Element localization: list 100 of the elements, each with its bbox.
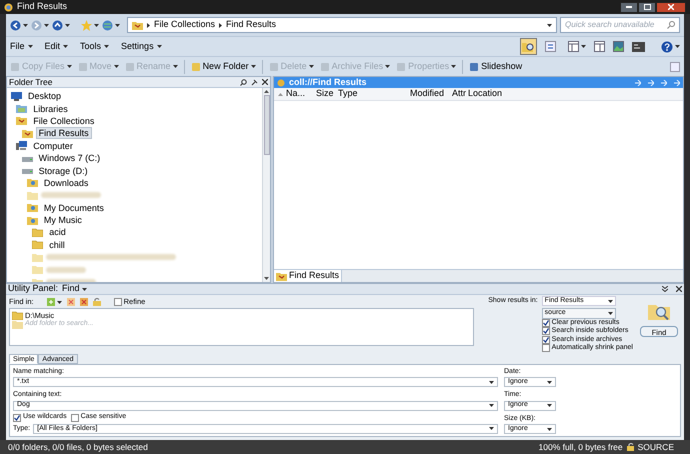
scrollbar[interactable] — [262, 88, 270, 282]
monitor-icon — [11, 92, 22, 101]
menu-item[interactable]: Tools — [80, 40, 110, 54]
panel-title: Utility Panel: — [8, 282, 58, 296]
folder-icon — [32, 228, 44, 237]
archive-icon — [320, 62, 330, 72]
search-icon — [667, 21, 675, 29]
search-placeholder: Quick search unavailable — [565, 19, 656, 31]
library-icon — [16, 104, 28, 114]
up-button[interactable] — [52, 20, 70, 30]
slideshow-icon — [469, 62, 480, 72]
caret-icon — [451, 65, 456, 68]
layout-button[interactable] — [568, 41, 586, 52]
minimize-icon — [626, 6, 632, 8]
favorites-button[interactable] — [81, 20, 99, 30]
caret-icon — [94, 24, 99, 26]
help-button[interactable] — [661, 40, 680, 52]
caret-icon — [385, 65, 390, 68]
caret-icon — [63, 45, 68, 48]
folder-icon — [32, 240, 44, 250]
pane-title: Folder Tree — [9, 76, 54, 88]
caret-icon — [489, 427, 494, 430]
caret-icon — [489, 380, 494, 384]
minimize-button[interactable] — [620, 2, 638, 12]
checkbox[interactable] — [542, 327, 550, 336]
history-button[interactable] — [102, 20, 120, 30]
caret-icon — [675, 45, 680, 48]
caret-icon — [156, 45, 162, 48]
column-header[interactable]: Modified — [410, 87, 452, 101]
caret-icon — [115, 24, 120, 26]
globe-icon — [102, 20, 113, 30]
status-text: SOURCE — [638, 440, 674, 454]
caret-icon — [104, 45, 110, 48]
maximize-button[interactable] — [638, 2, 656, 12]
clear-folders-icon — [80, 298, 88, 306]
column-header[interactable]: Attr — [452, 87, 468, 101]
collection-folder-icon — [16, 116, 28, 126]
help-icon — [661, 40, 673, 52]
folder-icon — [26, 203, 38, 212]
toolbar-button[interactable]: Slideshow — [469, 60, 522, 74]
back-icon — [10, 20, 21, 30]
column-header[interactable]: Location — [468, 87, 513, 101]
check-icon — [14, 414, 20, 420]
back-button[interactable] — [10, 20, 28, 30]
blurred-label — [40, 192, 101, 198]
folder-icon — [12, 311, 23, 320]
caret-icon — [250, 65, 256, 68]
add-folder-icon — [46, 298, 55, 306]
checkbox[interactable] — [70, 414, 79, 422]
menu-item[interactable]: Edit — [44, 40, 68, 54]
caret-icon — [489, 404, 494, 407]
delete-icon — [268, 62, 279, 72]
forward-button[interactable] — [31, 20, 49, 30]
column-header[interactable]: Size — [316, 87, 338, 101]
add-folder-button[interactable] — [46, 298, 62, 306]
caret-icon — [114, 65, 119, 68]
find-panel-button[interactable] — [520, 38, 537, 55]
tree-item[interactable]: Find Results — [36, 127, 92, 140]
checkbox[interactable] — [542, 336, 550, 344]
caret-icon — [547, 404, 552, 407]
chevron-icon — [219, 22, 222, 28]
collection-folder-icon — [22, 128, 33, 138]
folder-icon — [32, 252, 44, 262]
folder-icon — [26, 178, 38, 188]
collection-folder-icon — [132, 20, 143, 30]
caret-icon — [308, 65, 314, 68]
checkbox[interactable] — [13, 414, 21, 422]
mode-dropdown[interactable]: Find — [62, 282, 87, 296]
status-text: 0/0 folders, 0/0 files, 0 bytes selected — [8, 440, 148, 454]
folder-icon — [12, 320, 23, 329]
breadcrumb[interactable]: Find Results — [226, 18, 276, 32]
breadcrumb[interactable]: File Collections — [154, 18, 216, 32]
checkbox[interactable] — [542, 344, 550, 352]
move-icon — [78, 62, 88, 72]
terminal-icon — [632, 42, 645, 52]
folder-icon — [32, 265, 44, 274]
pin-icon — [251, 78, 258, 86]
caret-icon — [23, 24, 28, 26]
address-bar[interactable]: File Collections Find Results — [127, 17, 557, 33]
rename-icon — [124, 62, 135, 72]
close-icon — [668, 4, 674, 10]
app-icon — [4, 2, 13, 12]
copy-icon — [10, 62, 20, 72]
checkbox[interactable] — [114, 298, 122, 306]
forward-icon — [31, 20, 42, 30]
layout-icon — [568, 41, 579, 52]
unlock-icon — [626, 443, 634, 451]
remove-folder-icon — [66, 298, 75, 306]
column-header[interactable]: Na... — [286, 87, 316, 101]
menu-item[interactable]: Settings — [121, 40, 162, 54]
caret-icon — [172, 65, 178, 68]
close-icon — [262, 79, 268, 85]
toolbar-button[interactable]: New Folder — [190, 60, 256, 74]
app-icon — [277, 78, 285, 86]
caret-icon — [547, 428, 552, 430]
caret-icon — [608, 300, 613, 303]
close-button[interactable] — [656, 2, 686, 12]
tab[interactable]: Find Results — [274, 270, 342, 282]
column-header[interactable]: Type — [338, 87, 410, 101]
menu-item[interactable]: File — [10, 40, 33, 54]
